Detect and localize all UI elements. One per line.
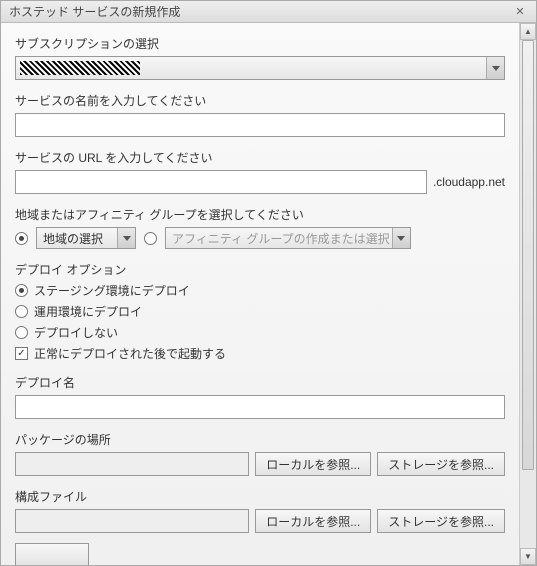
package-browse-local-button[interactable]: ローカルを参照...	[255, 452, 371, 476]
region-row: 地域の選択 アフィニティ グループの作成または選択	[15, 227, 505, 249]
config-path-input[interactable]	[15, 509, 249, 533]
service-name-label: サービスの名前を入力してください	[15, 92, 505, 109]
package-row: ローカルを参照... ストレージを参照...	[15, 452, 505, 476]
deploy-option-none-label: デプロイしない	[34, 324, 118, 341]
scroll-up-button[interactable]: ▲	[520, 23, 536, 40]
service-url-input[interactable]	[15, 170, 427, 194]
region-combo-label: 地域の選択	[43, 230, 103, 247]
affinity-combo-label: アフィニティ グループの作成または選択	[172, 230, 390, 247]
service-url-suffix: .cloudapp.net	[433, 175, 505, 189]
radio-deploy-none[interactable]	[15, 326, 28, 339]
affinity-combo-button[interactable]	[392, 228, 410, 248]
config-browse-local-button[interactable]: ローカルを参照...	[255, 509, 371, 533]
chevron-down-icon	[397, 236, 405, 241]
package-location-label: パッケージの場所	[15, 431, 505, 448]
deploy-name-input[interactable]	[15, 395, 505, 419]
region-combo[interactable]: 地域の選択	[36, 227, 136, 249]
scroll-thumb[interactable]	[522, 40, 534, 470]
service-url-row: .cloudapp.net	[15, 170, 505, 194]
deploy-option-production-label: 運用環境にデプロイ	[34, 303, 142, 320]
checkbox-start-after-deploy[interactable]	[15, 347, 28, 360]
affinity-combo[interactable]: アフィニティ グループの作成または選択	[165, 227, 411, 249]
radio-deploy-staging[interactable]	[15, 284, 28, 297]
close-icon[interactable]: ✕	[512, 4, 528, 20]
chevron-down-icon	[492, 66, 500, 71]
deploy-options-label: デプロイ オプション	[15, 261, 505, 278]
dialog-body: サブスクリプションの選択 サービスの名前を入力してください サービスの URL …	[1, 23, 536, 565]
content-area: サブスクリプションの選択 サービスの名前を入力してください サービスの URL …	[1, 23, 519, 565]
radio-choose-region[interactable]	[15, 232, 28, 245]
dialog-title: ホステッド サービスの新規作成	[9, 3, 180, 20]
region-combo-button[interactable]	[117, 228, 135, 248]
subscription-value	[20, 61, 140, 75]
package-browse-storage-button[interactable]: ストレージを参照...	[377, 452, 505, 476]
config-row: ローカルを参照... ストレージを参照...	[15, 509, 505, 533]
deploy-option-production: 運用環境にデプロイ	[15, 303, 505, 320]
deploy-option-none: デプロイしない	[15, 324, 505, 341]
chevron-down-icon	[123, 236, 131, 241]
config-browse-storage-button[interactable]: ストレージを参照...	[377, 509, 505, 533]
radio-affinity-group[interactable]	[144, 232, 157, 245]
subscription-label: サブスクリプションの選択	[15, 35, 505, 52]
radio-deploy-production[interactable]	[15, 305, 28, 318]
vertical-scrollbar[interactable]: ▲ ▼	[519, 23, 536, 565]
deploy-name-label: デプロイ名	[15, 374, 505, 391]
dialog: ホステッド サービスの新規作成 ✕ サブスクリプションの選択 サービスの名前を入…	[0, 0, 537, 566]
region-label: 地域またはアフィニティ グループを選択してください	[15, 206, 505, 223]
deploy-option-staging: ステージング環境にデプロイ	[15, 282, 505, 299]
config-file-label: 構成ファイル	[15, 488, 505, 505]
package-path-input[interactable]	[15, 452, 249, 476]
scroll-down-button[interactable]: ▼	[520, 548, 536, 565]
deploy-option-staging-label: ステージング環境にデプロイ	[34, 282, 190, 299]
titlebar: ホステッド サービスの新規作成 ✕	[1, 1, 536, 23]
service-name-input[interactable]	[15, 113, 505, 137]
start-after-deploy-label: 正常にデプロイされた後で起動する	[34, 345, 226, 362]
start-after-deploy-row: 正常にデプロイされた後で起動する	[15, 345, 505, 362]
subscription-dropdown-button[interactable]	[486, 57, 504, 79]
subscription-combo[interactable]	[15, 56, 505, 80]
partial-button[interactable]	[15, 543, 89, 565]
service-url-label: サービスの URL を入力してください	[15, 149, 505, 166]
